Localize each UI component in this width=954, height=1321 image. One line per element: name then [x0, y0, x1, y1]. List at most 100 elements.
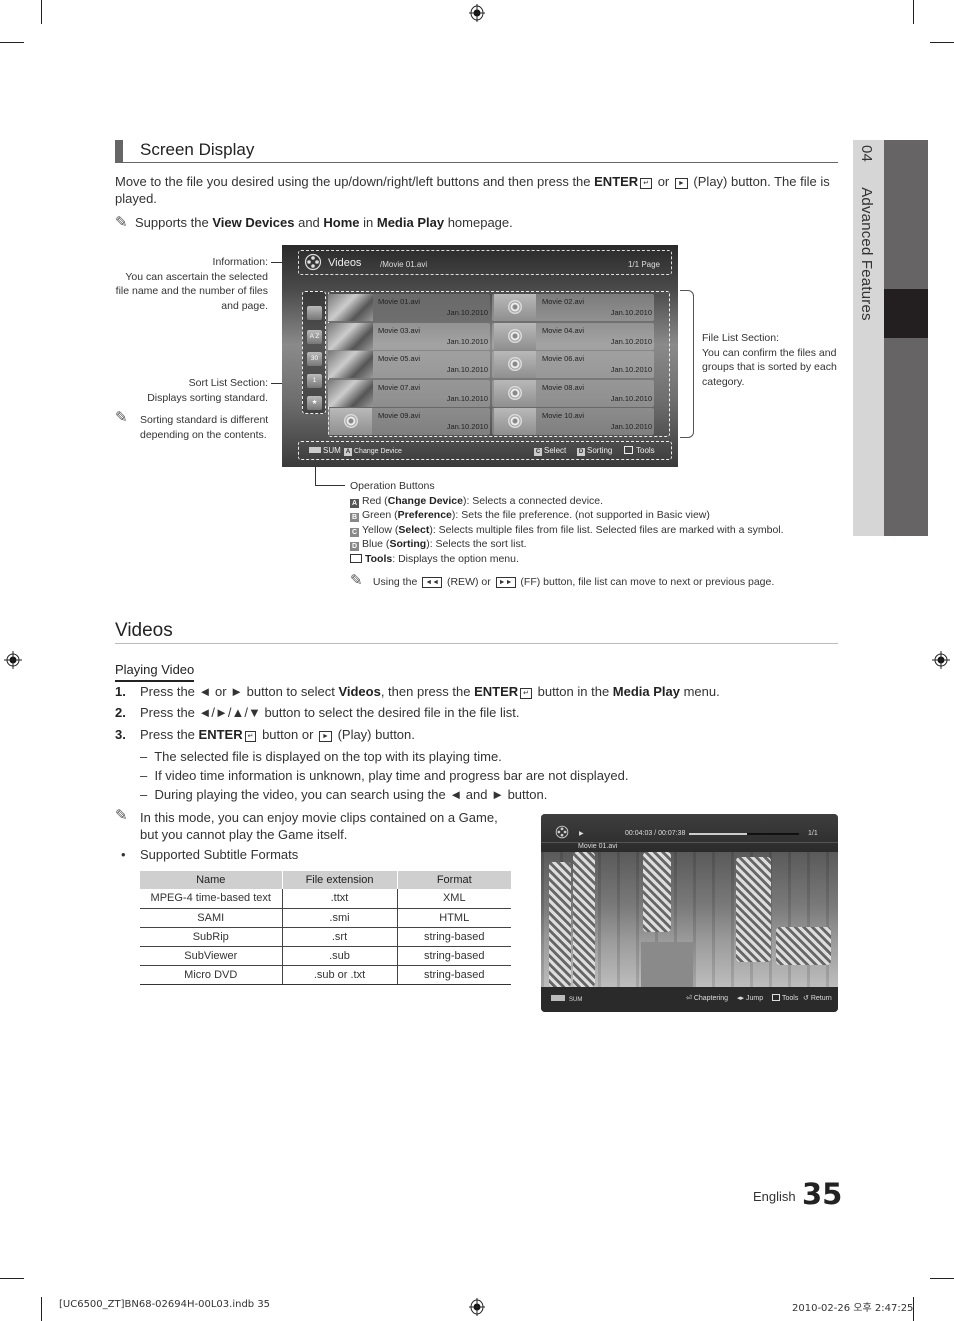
step-number: 1. [115, 684, 126, 699]
file-item[interactable]: Movie 09.avi Jan.10.2010 [328, 408, 490, 435]
screen-display-intro: Move to the file you desired using the u… [115, 173, 840, 207]
step-bold: Media Play [612, 684, 680, 699]
enter-key-icon: ↵ [520, 688, 532, 699]
favorite-star-icon[interactable]: ★ [307, 396, 322, 410]
legend-text: : Selects multiple files from file list.… [432, 523, 784, 536]
crop-mark [913, 0, 914, 24]
section-heading-videos: Videos [115, 620, 173, 641]
callout-desc: Displays sorting standard. [147, 391, 268, 404]
note-text: Sorting standard is different depending … [140, 414, 269, 441]
crop-mark [930, 1278, 954, 1279]
note-text: Using the [372, 575, 421, 588]
jump-button[interactable]: ◂▸ Jump [737, 994, 763, 1002]
video-reel-thumbnail-icon [330, 408, 372, 435]
table-header-row: Name File extension Format [140, 871, 511, 889]
crop-mark [0, 1278, 24, 1279]
legend-text: : Sets the file preference. (not support… [455, 509, 710, 522]
legend-color: Yellow [362, 523, 392, 536]
column-header: File extension [282, 871, 398, 889]
category-title: Videos [328, 257, 362, 269]
legend-title: Operation Buttons [350, 480, 435, 492]
tools-button[interactable]: Tools [624, 446, 655, 455]
callout-title: File List Section: [702, 332, 780, 344]
video-thumbnail [328, 351, 373, 378]
callout-line [315, 485, 345, 486]
tools-legend-item: Tools: Displays the option menu. [350, 552, 830, 567]
button-label: Chaptering [693, 995, 729, 1002]
legend-bold: Tools [365, 552, 393, 565]
registration-mark-icon [469, 4, 485, 22]
play-key-icon: ► [319, 731, 332, 742]
callout-desc: You can confirm the files and groups tha… [702, 346, 837, 388]
enter-icon: ⏎ [686, 995, 694, 1002]
button-label: Return [810, 995, 832, 1002]
video-reel-icon [555, 825, 569, 839]
sort-list-callout: Sort List Section: Displays sorting stan… [112, 376, 268, 405]
table-row: SAMI .smi HTML [140, 908, 511, 928]
step-text: Press the ◄ or ► button to select [140, 684, 339, 699]
operation-buttons-legend: Operation Buttons A Red (Change Device): … [350, 479, 830, 589]
button-label: Jump [745, 995, 764, 1002]
table-cell: string-based [397, 927, 511, 947]
operation-legend-item: A Red (Change Device): Selects a connecte… [350, 494, 604, 508]
date-30-icon[interactable]: 30 [307, 352, 322, 366]
progress-bar[interactable] [689, 833, 799, 835]
heading-underline [115, 643, 838, 644]
print-timestamp: 2010-02-26 오후 2:47:25 [792, 1303, 914, 1314]
file-date: Jan.10.2010 [446, 336, 488, 346]
file-item[interactable]: Movie 08.avi Jan.10.2010 [492, 379, 654, 407]
note-pencil-icon: ✎ [115, 807, 128, 824]
chaptering-button[interactable]: ⏎ Chaptering [686, 994, 728, 1002]
tools-button[interactable]: Tools [772, 994, 798, 1002]
folder-icon[interactable] [307, 306, 322, 320]
return-button[interactable]: ↺ Return [803, 994, 832, 1002]
table-cell: .sub or .txt [282, 965, 398, 985]
select-button[interactable]: C Select [534, 446, 566, 456]
note-text: in [359, 215, 377, 230]
file-item[interactable]: Movie 05.avi Jan.10.2010 [328, 351, 490, 378]
file-item[interactable]: Movie 02.avi Jan.10.2010 [492, 294, 654, 321]
note-bold: Media Play [376, 215, 445, 230]
callout-title: Information: [212, 256, 268, 268]
registration-mark-icon [469, 1298, 485, 1316]
step-bold: Videos [338, 684, 381, 699]
file-item[interactable]: Movie 07.avi Jan.10.2010 [328, 379, 490, 407]
file-date: Jan.10.2010 [610, 393, 652, 403]
giraffe-shape [549, 862, 571, 987]
calendar-icon[interactable]: 1 [307, 374, 322, 388]
file-count: 1/1 [808, 830, 818, 837]
note-text: In this mode, you can enjoy movie clips … [140, 810, 498, 842]
screen-display-note: ✎ Supports the View Devices and Home in M… [115, 214, 513, 231]
sum-indicator: SUM [551, 995, 582, 1003]
file-item[interactable]: Movie 06.avi Jan.10.2010 [492, 351, 654, 378]
alphabet-sort-icon[interactable]: A Z [307, 330, 322, 344]
file-name: Movie 01.avi [378, 297, 421, 306]
table-cell: XML [397, 889, 511, 909]
enter-key-icon: ↵ [244, 731, 257, 742]
table-cell: .ttxt [282, 889, 398, 909]
button-label: Change Device [354, 448, 402, 455]
step-bold: ENTER [474, 684, 519, 699]
table-cell: Micro DVD [140, 965, 283, 985]
tools-icon [772, 994, 780, 1001]
enter-key-icon: ↵ [640, 178, 653, 189]
file-item[interactable]: Movie 10.avi Jan.10.2010 [492, 408, 654, 435]
video-thumbnail [328, 379, 373, 407]
sub-note: – The selected file is displayed on the … [140, 749, 502, 764]
file-item[interactable]: Movie 01.avi Jan.10.2010 [328, 294, 490, 321]
table-row: SubRip .srt string-based [140, 927, 511, 947]
sorting-button[interactable]: D Sorting [577, 446, 612, 456]
a-key-icon: A [350, 498, 359, 508]
intro-text: or [654, 174, 673, 189]
table-row: MPEG-4 time-based text .ttxt XML [140, 889, 511, 909]
sub-note-text: During playing the video, you can search… [154, 787, 548, 802]
c-key-icon: C [350, 527, 359, 537]
file-item[interactable]: Movie 03.avi Jan.10.2010 [328, 322, 490, 350]
step-text: button or [258, 727, 318, 742]
file-item[interactable]: Movie 04.avi Jan.10.2010 [492, 322, 654, 350]
tv-video-player-screenshot: ▶ 00:04:03 / 00:07:38 1/1 Movie 01.avi S… [541, 814, 838, 1012]
note-text: and [294, 215, 324, 230]
footer-language: English [753, 1189, 796, 1204]
change-device-button[interactable]: A Change Device [344, 446, 402, 456]
tv-file-browser-screenshot: Videos /Movie 01.avi 1/1 Page A Z 30 1 ★… [282, 245, 678, 467]
